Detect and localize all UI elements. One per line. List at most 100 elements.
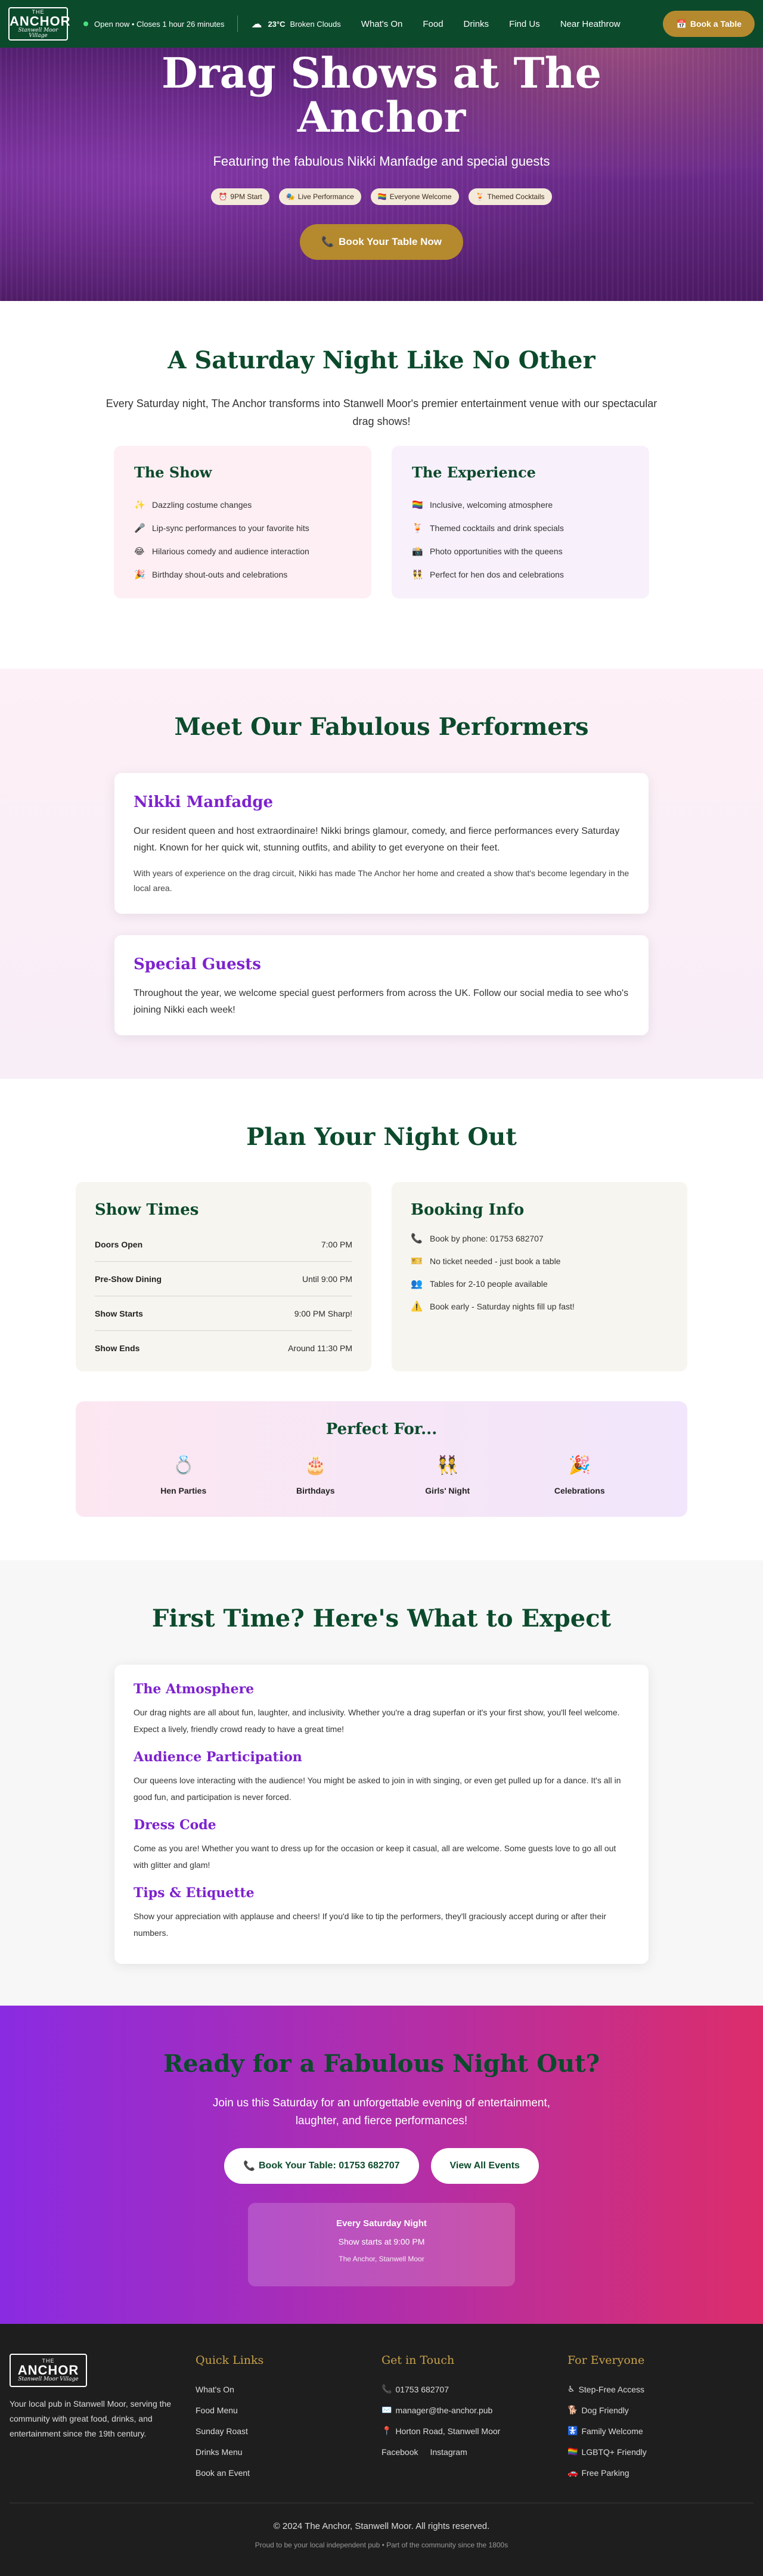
phone-icon: 📞 (321, 236, 334, 247)
footer-link-food-menu[interactable]: Food Menu (196, 2400, 382, 2420)
performer-bio: Throughout the year, we welcome special … (134, 988, 629, 1015)
site-logo[interactable]: THE ANCHOR Stanwell Moor Village (8, 7, 70, 41)
footer-about: THE ANCHOR Stanwell Moor Village Your lo… (10, 2354, 196, 2503)
info-row: 📞 Book by phone: 01753 682707 (411, 1227, 668, 1250)
footer-link-label: What's On (196, 2384, 234, 2394)
weather-temp: 23°C (268, 19, 286, 29)
badge-label: Live Performance (297, 193, 354, 201)
view-events-button[interactable]: View All Events (430, 2148, 539, 2184)
intro-lead: Every Saturday night, The Anchor transfo… (106, 398, 657, 427)
list-item-text: Photo opportunities with the queens (430, 546, 563, 556)
rainbow-flag-icon: 🏳️‍🌈 (412, 499, 423, 510)
footer-email-text: manager@the-anchor.pub (395, 2405, 493, 2415)
cta-title: Ready for a Fabulous Night Out? (163, 2050, 600, 2078)
dancers-icon: 👯 (412, 569, 423, 580)
cta-lead: Join us this Saturday for an unforgettab… (212, 2097, 551, 2127)
list-item-text: Dazzling costume changes (152, 499, 252, 510)
performer-name: Nikki Manfadge (134, 793, 274, 811)
theater-masks-icon: 🎭 (286, 193, 295, 201)
microphone-icon: 🎤 (134, 523, 145, 533)
footer-link-whats-on[interactable]: What's On (196, 2379, 382, 2400)
weather-widget: ☁ 23°C Broken Clouds (251, 18, 340, 30)
badge-label: Everyone Welcome (389, 193, 452, 201)
book-table-label: Book a Table (690, 19, 742, 29)
schedule-box: Every Saturday Night Show starts at 9:00… (248, 2203, 515, 2286)
rainbow-flag-icon: 🏳️‍🌈 (567, 2447, 578, 2456)
list-item: 🍹 Themed cocktails and drink specials (412, 516, 629, 539)
time-value: 7:00 PM (321, 1239, 352, 1249)
list-item: 📸 Photo opportunities with the queens (412, 539, 629, 563)
nav-link-food[interactable]: Food (423, 19, 443, 29)
perfect-item-label: Celebrations (554, 1486, 605, 1495)
time-row: Show Ends Around 11:30 PM (95, 1331, 352, 1365)
info-text: Book by phone: 01753 682707 (430, 1234, 544, 1243)
nav-divider (237, 15, 238, 32)
expect-text: Our drag nights are all about fun, laugh… (134, 1708, 620, 1734)
footer-heading: Quick Links (196, 2354, 264, 2367)
time-label: Show Starts (95, 1308, 143, 1318)
footer-tagline: Proud to be your local independent pub •… (255, 2541, 508, 2549)
performers-section: Meet Our Fabulous Performers Nikki Manfa… (0, 669, 763, 1079)
footer-email[interactable]: ✉️ manager@the-anchor.pub (382, 2400, 567, 2420)
camera-icon: 📸 (412, 546, 423, 557)
perfect-item-hen-parties: 💍 Hen Parties (136, 1455, 231, 1495)
badge-themed-cocktails: 🍹 Themed Cocktails (468, 188, 552, 205)
nav-link-whats-on[interactable]: What's On (361, 19, 403, 29)
expect-title: First Time? Here's What to Expect (151, 1604, 612, 1632)
footer-logo[interactable]: THE ANCHOR Stanwell Moor Village (10, 2354, 87, 2387)
footer-phone[interactable]: 📞 01753 682707 (382, 2379, 567, 2400)
hero-subtitle: Featuring the fabulous Nikki Manfadge an… (213, 154, 550, 169)
footer-link-sunday-roast[interactable]: Sunday Roast (196, 2420, 382, 2441)
experience-card: The Experience 🏳️‍🌈 Inclusive, welcoming … (392, 446, 649, 598)
list-item: 😂 Hilarious comedy and audience interacti… (134, 539, 351, 563)
list-item: 🏳️‍🌈 Inclusive, welcoming atmosphere (412, 493, 629, 516)
info-row: 👥 Tables for 2-10 people available (411, 1273, 668, 1295)
time-value: 9:00 PM Sharp! (294, 1308, 352, 1318)
social-instagram[interactable]: Instagram (430, 2447, 467, 2457)
hero-book-button[interactable]: 📞 Book Your Table Now (299, 224, 464, 260)
info-row: ⚠️ Book early - Saturday nights fill up f… (411, 1295, 668, 1318)
logo-tagline: Stanwell Moor Village (18, 27, 58, 39)
booking-info-card: Booking Info 📞 Book by phone: 01753 68270… (392, 1182, 687, 1371)
nav-link-find-us[interactable]: Find Us (509, 19, 540, 29)
ticket-icon: 🎫 (411, 1256, 423, 1267)
cocktail-icon: 🍹 (475, 193, 485, 201)
nav-link-drinks[interactable]: Drinks (464, 19, 489, 29)
footer-contact: Get in Touch 📞 01753 682707 ✉️ manager@the… (382, 2354, 567, 2503)
perfect-item-birthdays: 🎂 Birthdays (268, 1455, 363, 1495)
footer-link-book-event[interactable]: Book an Event (196, 2462, 382, 2483)
view-events-label: View All Events (449, 2161, 520, 2171)
opening-status-text: Open now • Closes 1 hour 26 minutes (94, 19, 225, 29)
perfect-item-label: Hen Parties (160, 1486, 207, 1495)
footer-bottom: © 2024 The Anchor, Stanwell Moor. All ri… (10, 2503, 753, 2549)
performer-name: Special Guests (134, 955, 261, 973)
expect-heading: Audience Participation (134, 1749, 302, 1765)
book-table-button[interactable]: 📅 Book a Table (663, 11, 755, 37)
show-times-title: Show Times (95, 1201, 199, 1219)
nav-link-near-heathrow[interactable]: Near Heathrow (560, 19, 621, 29)
list-item-text: Themed cocktails and drink specials (430, 523, 564, 533)
time-label: Show Ends (95, 1343, 140, 1353)
time-row: Show Starts 9:00 PM Sharp! (95, 1296, 352, 1331)
footer: THE ANCHOR Stanwell Moor Village Your lo… (0, 2324, 763, 2576)
laughing-face-icon: 😂 (134, 546, 145, 557)
phone-icon: 📞 (411, 1234, 423, 1244)
perfect-item-label: Girls' Night (425, 1486, 470, 1495)
social-facebook[interactable]: Facebook (382, 2447, 418, 2457)
list-item-text: Perfect for hen dos and celebrations (430, 569, 564, 579)
email-icon: ✉️ (382, 2405, 392, 2414)
expect-text: Show your appreciation with applause and… (134, 1911, 606, 1938)
list-item-text: Hilarious comedy and audience interactio… (152, 546, 309, 556)
cta-book-button[interactable]: 📞 Book Your Table: 01753 682707 (224, 2148, 419, 2184)
footer-address-text: Horton Road, Stanwell Moor (395, 2426, 501, 2436)
booking-info-title: Booking Info (411, 1201, 525, 1219)
footer-link-label: Book an Event (196, 2468, 250, 2478)
list-item-text: Lip-sync performances to your favorite h… (152, 523, 309, 533)
plan-section: Plan Your Night Out Show Times Doors Ope… (0, 1079, 763, 1560)
performer-card-guests: Special Guests Throughout the year, we w… (114, 935, 649, 1035)
schedule-location: The Anchor, Stanwell Moor (339, 2255, 424, 2263)
time-value: Around 11:30 PM (288, 1343, 352, 1353)
footer-social: Facebook Instagram (382, 2441, 567, 2462)
party-popper-icon: 🎉 (568, 1455, 591, 1475)
footer-link-drinks-menu[interactable]: Drinks Menu (196, 2441, 382, 2462)
